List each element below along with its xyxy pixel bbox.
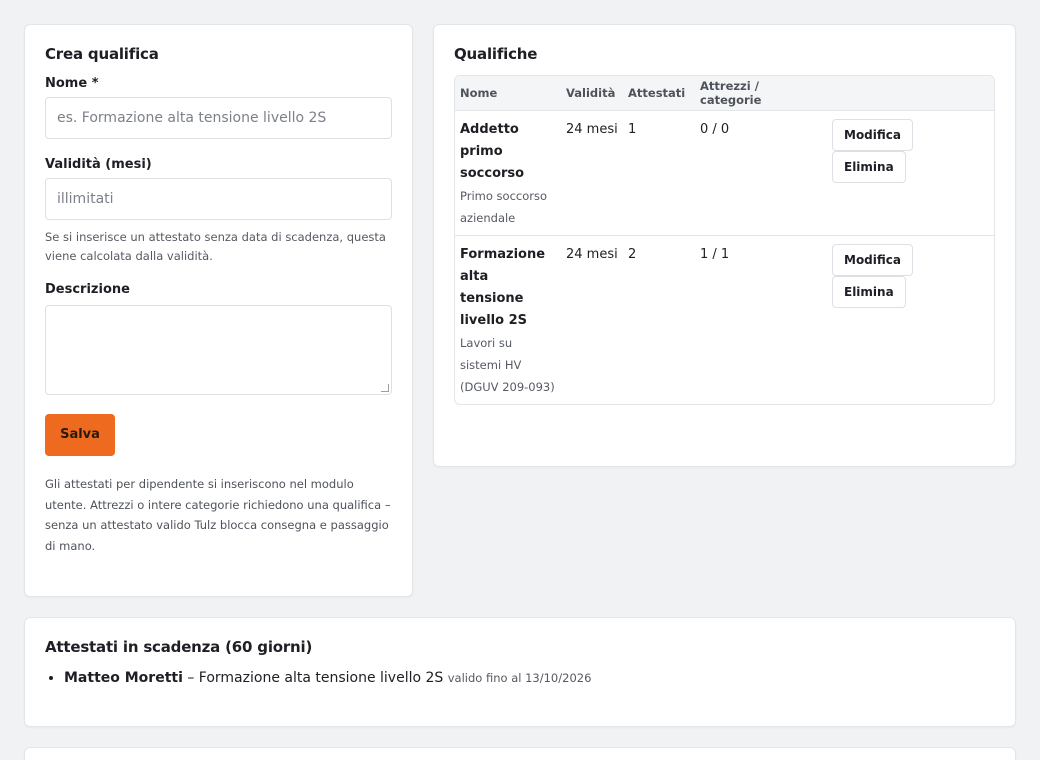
list-item: Matteo Moretti – Formazione alta tension… bbox=[64, 670, 995, 686]
create-qualification-panel: Crea qualifica Nome * es. Formazione alt… bbox=[24, 24, 413, 597]
qualification-ref: – Formazione alta tensione livello 2S bbox=[182, 670, 448, 686]
name-input[interactable]: es. Formazione alta tensione livello 2S bbox=[45, 97, 392, 139]
info-footnote: Gli attestati per dipendente si inserisc… bbox=[45, 477, 391, 553]
cell-validity: 24 mesi bbox=[561, 110, 623, 236]
edit-button[interactable]: Modifica bbox=[832, 243, 913, 276]
validity-label: Validità (mesi) bbox=[45, 157, 152, 172]
cell-tools: 0 / 0 bbox=[695, 110, 827, 236]
create-qualification-title: Crea qualifica bbox=[45, 45, 159, 63]
cell-certificates: 2 bbox=[628, 246, 637, 262]
expiring-certificates-title: Attestati in scadenza (60 giorni) bbox=[45, 638, 313, 656]
column-header-validity: Validità bbox=[561, 76, 623, 111]
delete-button[interactable]: Elimina bbox=[832, 275, 906, 308]
employee-name: Matteo Moretti bbox=[64, 670, 183, 686]
name-label: Nome * bbox=[45, 76, 99, 91]
qualifications-panel: Qualifiche Nome Validità Attestati Attre… bbox=[433, 24, 1016, 467]
column-header-tools: Attrezzi / categorie bbox=[695, 76, 827, 111]
cell-name: Addetto primo soccorso Primo soccorso az… bbox=[455, 110, 561, 236]
expiring-list: Matteo Moretti – Formazione alta tension… bbox=[45, 670, 995, 686]
validity-input[interactable]: illimitati bbox=[45, 178, 392, 220]
cell-actions: ModificaElimina bbox=[827, 235, 994, 404]
delete-button[interactable]: Elimina bbox=[832, 150, 906, 183]
edit-button[interactable]: Modifica bbox=[832, 118, 913, 151]
resize-grip-icon[interactable] bbox=[381, 384, 389, 392]
next-panel bbox=[24, 747, 1016, 760]
column-header-actions bbox=[827, 76, 994, 111]
validity-hint: Se si inserisce un attestato senza data … bbox=[45, 230, 386, 263]
table-row: Formazione alta tensione livello 2S Lavo… bbox=[455, 235, 994, 404]
table-header-row: Nome Validità Attestati Attrezzi / categ… bbox=[455, 76, 994, 111]
qualification-name: Formazione alta tensione livello 2S bbox=[460, 246, 546, 328]
description-textarea[interactable] bbox=[45, 305, 392, 395]
qualifications-title: Qualifiche bbox=[454, 45, 538, 63]
qualification-description: Lavori su sistemi HV (DGUV 209-093) bbox=[460, 335, 555, 394]
valid-until: valido fino al 13/10/2026 bbox=[447, 671, 592, 685]
table-row: Addetto primo soccorso Primo soccorso az… bbox=[455, 110, 994, 236]
cell-tools: 1 / 1 bbox=[700, 246, 730, 262]
column-header-name: Nome bbox=[455, 76, 561, 111]
expiring-certificates-panel: Attestati in scadenza (60 giorni) Matteo… bbox=[24, 617, 1016, 727]
cell-actions: ModificaElimina bbox=[827, 110, 994, 236]
cell-certificates: 1 bbox=[623, 110, 695, 236]
description-label: Descrizione bbox=[45, 282, 130, 297]
qualification-description: Primo soccorso aziendale bbox=[460, 188, 548, 225]
save-button[interactable]: Salva bbox=[45, 414, 115, 456]
qualifications-table: Nome Validità Attestati Attrezzi / categ… bbox=[454, 75, 995, 405]
column-header-certificates: Attestati bbox=[623, 76, 695, 111]
cell-validity: 24 mesi bbox=[566, 246, 618, 262]
qualification-name: Addetto primo soccorso bbox=[460, 121, 525, 181]
cell-name: Formazione alta tensione livello 2S Lavo… bbox=[455, 235, 561, 404]
